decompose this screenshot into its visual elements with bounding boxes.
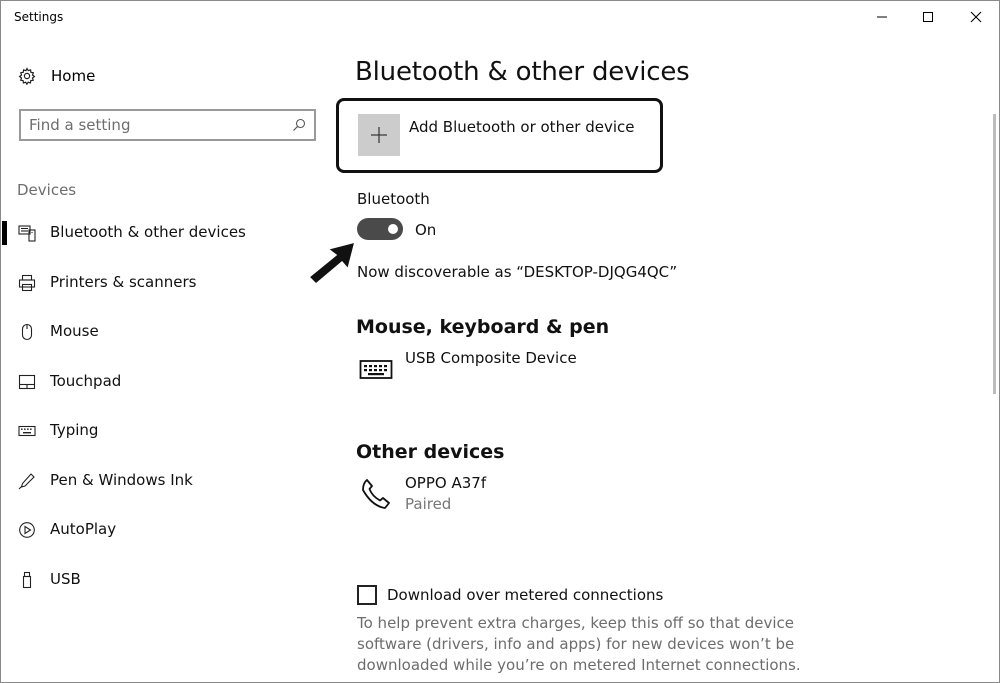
sidebar-item-bluetooth[interactable]: Bluetooth & other devices xyxy=(1,213,331,253)
home-label: Home xyxy=(51,67,96,85)
add-device-label[interactable]: Add Bluetooth or other device xyxy=(409,118,635,136)
plus-icon xyxy=(371,127,387,143)
sidebar-item-label: Touchpad xyxy=(50,372,122,390)
sidebar-item-label: Bluetooth & other devices xyxy=(50,223,246,241)
bluetooth-label: Bluetooth xyxy=(357,190,430,208)
metered-help-text: To help prevent extra charges, keep this… xyxy=(357,614,801,674)
metered-option[interactable]: Download over metered connections xyxy=(357,584,663,606)
metered-checkbox[interactable] xyxy=(357,585,377,605)
sidebar-item-printers[interactable]: Printers & scanners xyxy=(1,263,331,303)
sidebar-item-typing[interactable]: Typing xyxy=(1,411,331,451)
sidebar-item-label: Mouse xyxy=(50,322,99,340)
section-label-devices: Devices xyxy=(17,181,77,199)
title-bar: Settings xyxy=(1,1,999,35)
sidebar-item-autoplay[interactable]: AutoPlay xyxy=(1,510,331,550)
close-button[interactable] xyxy=(953,1,999,33)
search-input[interactable] xyxy=(29,115,279,135)
sidebar-item-label: Printers & scanners xyxy=(50,273,197,291)
sidebar-item-usb[interactable]: USB xyxy=(1,560,331,600)
section-heading-other-devices: Other devices xyxy=(356,441,505,463)
settings-window: Settings Home Find a setting Devices Blu… xyxy=(0,0,1000,683)
pen-icon xyxy=(18,472,36,490)
touchpad-icon xyxy=(18,373,36,391)
page-title: Bluetooth & other devices xyxy=(355,57,690,87)
main-content: Bluetooth & other devices Add Bluetooth … xyxy=(307,35,999,682)
printer-icon xyxy=(18,274,36,292)
keyboard-icon xyxy=(18,422,36,440)
bluetooth-devices-icon xyxy=(18,224,36,242)
maximize-icon xyxy=(923,12,933,22)
sidebar-item-mouse[interactable]: Mouse xyxy=(1,312,331,352)
phone-icon xyxy=(356,474,396,514)
section-heading-mouse-keyboard-pen: Mouse, keyboard & pen xyxy=(356,316,610,338)
device-status: Paired xyxy=(405,495,452,513)
sidebar-item-label: USB xyxy=(50,570,81,588)
bluetooth-state: On xyxy=(415,221,437,239)
sidebar-item-label: Pen & Windows Ink xyxy=(50,471,193,489)
sidebar-item-label: AutoPlay xyxy=(50,520,117,538)
device-name: USB Composite Device xyxy=(405,349,577,367)
sidebar-item-pen[interactable]: Pen & Windows Ink xyxy=(1,461,331,501)
usb-icon xyxy=(18,571,36,589)
sidebar: Home Devices Bluetooth & other devices P… xyxy=(1,35,331,682)
maximize-button[interactable] xyxy=(905,1,951,33)
bluetooth-toggle[interactable] xyxy=(357,218,403,240)
close-icon xyxy=(970,11,982,23)
sidebar-item-touchpad[interactable]: Touchpad xyxy=(1,362,331,402)
add-device-button[interactable] xyxy=(358,114,400,156)
device-usb-composite[interactable]: USB Composite Device xyxy=(356,349,676,393)
gear-icon xyxy=(18,67,36,85)
discoverable-text: Now discoverable as “DESKTOP-DJQG4QC” xyxy=(357,263,678,281)
pointer-arrow-icon xyxy=(307,240,357,285)
search-icon xyxy=(293,118,306,131)
sidebar-item-label: Typing xyxy=(50,421,99,439)
minimize-icon xyxy=(877,16,887,18)
mouse-icon xyxy=(18,323,36,341)
sidebar-item-home[interactable]: Home xyxy=(18,65,95,87)
keyboard-icon xyxy=(356,349,396,389)
metered-label[interactable]: Download over metered connections xyxy=(387,586,663,604)
device-oppo[interactable]: OPPO A37f Paired xyxy=(356,474,676,518)
autoplay-icon xyxy=(18,521,36,539)
toggle-knob xyxy=(388,224,398,234)
add-device-highlight: Add Bluetooth or other device xyxy=(336,98,663,173)
active-indicator xyxy=(2,221,7,245)
scrollbar[interactable] xyxy=(993,114,996,394)
app-title: Settings xyxy=(14,10,64,24)
device-name: OPPO A37f xyxy=(405,474,487,492)
search-box[interactable] xyxy=(19,109,316,141)
minimize-button[interactable] xyxy=(859,1,905,33)
